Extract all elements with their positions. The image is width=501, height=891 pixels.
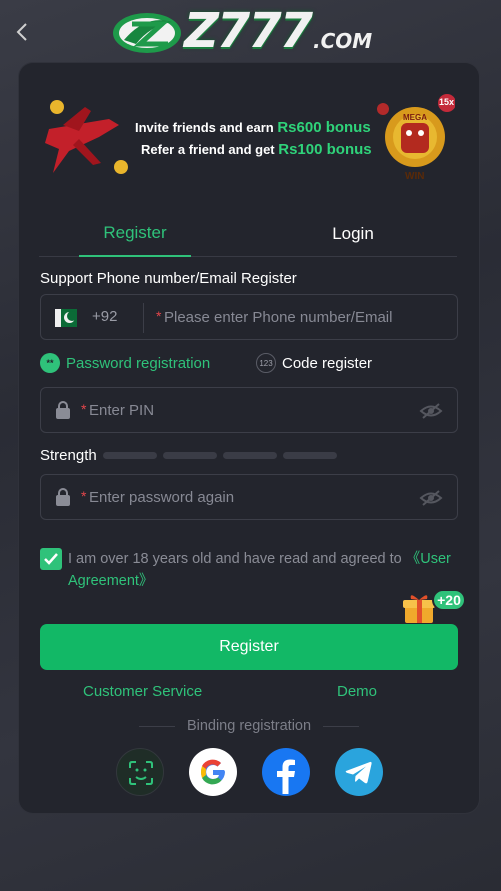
face-id-login-button[interactable] xyxy=(116,748,164,796)
back-button[interactable] xyxy=(10,20,34,44)
dial-code[interactable]: +92 xyxy=(92,308,117,325)
logo-text: Z777 xyxy=(184,3,313,59)
demo-link[interactable]: Demo xyxy=(337,683,377,700)
logo-suffix: .COM xyxy=(313,29,373,53)
agreement-row: I am over 18 years old and have read and… xyxy=(40,546,460,590)
password-mode-icon: ** xyxy=(40,353,60,373)
mode-code[interactable]: 123 Code register xyxy=(256,353,372,373)
telegram-icon xyxy=(345,761,372,784)
registration-mode: ** Password registration 123 Code regist… xyxy=(40,353,458,375)
face-id-icon xyxy=(129,761,153,785)
facebook-login-button[interactable] xyxy=(262,748,310,796)
banner-mega: MEGA xyxy=(403,113,427,122)
field-divider xyxy=(143,303,144,333)
mode-password-label: Password registration xyxy=(66,354,211,372)
bonus-badge: +20 xyxy=(432,589,466,611)
plane-icon xyxy=(45,100,128,174)
chevron-left-icon xyxy=(16,23,27,41)
agree-statement: I am over 18 years old and have read and… xyxy=(68,551,406,567)
required-mark: * xyxy=(81,401,87,417)
register-card: Invite friends and earn Rs600 bonus Refe… xyxy=(19,63,479,813)
required-mark: * xyxy=(156,308,162,324)
check-icon xyxy=(44,553,58,565)
strength-bar xyxy=(282,451,337,459)
lock-icon xyxy=(56,401,70,419)
tab-register[interactable]: Register xyxy=(79,211,191,257)
google-icon xyxy=(201,759,225,785)
agree-text: I am over 18 years old and have read and… xyxy=(68,548,458,592)
banner-line-1: Invite friends and earn Rs600 bonus xyxy=(135,119,371,136)
confirm-password-field[interactable]: * xyxy=(40,474,458,520)
agree-checkbox[interactable] xyxy=(40,548,62,570)
phone-email-input[interactable] xyxy=(164,295,444,339)
eye-off-icon[interactable] xyxy=(419,489,443,507)
code-mode-icon: 123 xyxy=(256,353,276,373)
divider-line xyxy=(323,725,360,727)
password-strength: Strength xyxy=(40,445,343,465)
phone-field[interactable]: +92 * xyxy=(40,294,458,340)
strength-label: Strength xyxy=(40,446,97,464)
lock-icon xyxy=(56,488,70,506)
mode-password[interactable]: ** Password registration xyxy=(40,353,210,373)
eye-off-icon[interactable] xyxy=(419,402,443,420)
app-logo: Z777 .COM xyxy=(110,3,400,59)
facebook-icon xyxy=(277,759,295,794)
required-mark: * xyxy=(81,488,87,504)
section-title: Support Phone number/Email Register xyxy=(40,270,297,287)
register-button[interactable]: Register xyxy=(40,624,458,670)
promo-banner[interactable]: Invite friends and earn Rs600 bonus Refe… xyxy=(39,89,457,185)
strength-bar xyxy=(162,451,217,459)
banner-win: WIN xyxy=(405,171,425,182)
auth-tabs: Register Login xyxy=(39,211,457,257)
strength-bar xyxy=(222,451,277,459)
telegram-login-button[interactable] xyxy=(335,748,383,796)
divider-line xyxy=(139,725,175,727)
confirm-password-input[interactable] xyxy=(89,475,409,519)
tab-login[interactable]: Login xyxy=(297,211,409,257)
banner-line-2: Refer a friend and get Rs100 bonus xyxy=(141,141,372,158)
customer-service-link[interactable]: Customer Service xyxy=(83,683,202,700)
binding-divider: Binding registration xyxy=(127,717,371,735)
binding-label: Binding registration xyxy=(186,718,312,734)
pakistan-flag-icon[interactable] xyxy=(55,309,77,327)
pin-input[interactable] xyxy=(89,388,409,432)
logo-swoosh-icon xyxy=(110,6,184,56)
google-login-button[interactable] xyxy=(189,748,237,796)
mode-code-label: Code register xyxy=(282,354,373,372)
banner-multiplier: 15x xyxy=(439,97,455,107)
strength-bar xyxy=(102,451,157,459)
pin-field[interactable]: * xyxy=(40,387,458,433)
